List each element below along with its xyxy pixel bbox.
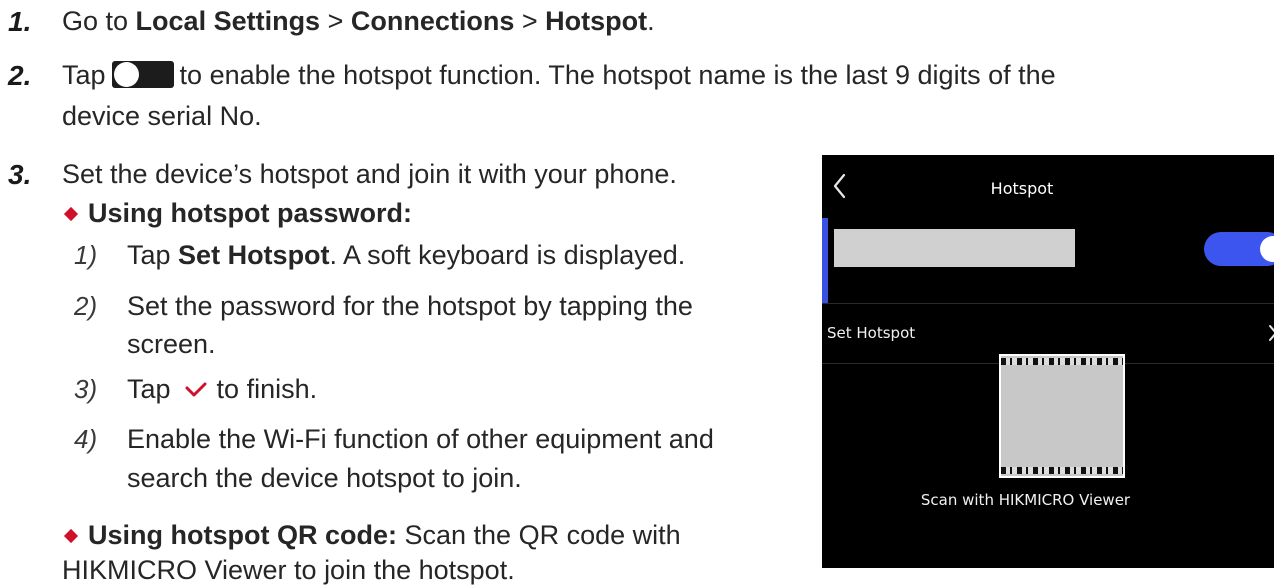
connections-label: Connections <box>350 6 515 36</box>
step2-text: Tap to enable the hotspot function. The h… <box>62 58 1056 92</box>
substep3-text: Tap to finish. <box>127 372 317 410</box>
screen-title: Hotspot <box>990 179 1054 198</box>
step2-text-cont: device serial No. <box>62 101 262 131</box>
step2-prefix: Tap <box>62 60 106 90</box>
bullet-diamond-icon <box>63 206 79 222</box>
password-section-label: Using hotspot password: <box>88 198 412 228</box>
substep1-suffix: . A soft keyboard is displayed. <box>329 240 686 270</box>
substep-number: 2) <box>74 291 98 321</box>
set-hotspot-label: Set Hotspot <box>827 324 916 342</box>
separator: > <box>514 6 546 36</box>
step-number: 2. <box>8 60 32 91</box>
hotspot-name-redacted <box>834 229 1075 267</box>
toggle-switch-icon <box>111 61 174 89</box>
substep3-prefix: Tap <box>127 374 171 405</box>
device-screen: Hotspot Set Hotspot Scan with HIKMICRO V… <box>822 155 1274 568</box>
step3-text: Set the device’s hotspot and join it wit… <box>62 159 677 189</box>
substep3-suffix: to finish. <box>216 374 318 405</box>
hotspot-label: Hotspot <box>545 6 648 36</box>
checkmark-icon <box>185 372 207 406</box>
hotspot-toggle[interactable] <box>1204 232 1274 266</box>
qr-code-image <box>999 354 1125 478</box>
qr-section-text-cont: HIKMICRO Viewer to join the hotspot. <box>62 555 515 585</box>
set-hotspot-label: Set Hotspot <box>178 240 330 270</box>
period: . <box>647 6 655 36</box>
substep-number: 4) <box>74 424 98 454</box>
substep4-text: Enable the Wi-Fi function of other equip… <box>127 424 714 454</box>
bullet-diamond-icon <box>63 528 79 544</box>
qr-section-description: Scan the QR code with <box>396 520 681 550</box>
substep2-text-cont: screen. <box>127 329 216 359</box>
substep1-prefix: Tap <box>127 240 179 270</box>
selection-accent <box>822 218 828 303</box>
step-number: 3. <box>8 159 32 190</box>
qr-section-text: Using hotspot QR code: Scan the QR code … <box>88 518 681 552</box>
step1-text: Go to Local Settings > Connections > Hot… <box>62 4 655 38</box>
substep-number: 3) <box>74 374 98 404</box>
substep4-text-cont: search the device hotspot to join. <box>127 463 522 493</box>
step1-prefix: Go to <box>62 6 136 36</box>
step-number: 1. <box>8 6 32 37</box>
substep1-text: Tap Set Hotspot. A soft keyboard is disp… <box>127 238 685 272</box>
scan-instruction: Scan with HIKMICRO Viewer <box>920 491 1131 509</box>
step2-description: to enable the hotspot function. The hots… <box>179 60 1056 90</box>
substep-number: 1) <box>74 240 98 270</box>
local-settings-label: Local Settings <box>135 6 321 36</box>
hotspot-toggle-row <box>822 218 1274 304</box>
separator: > <box>320 6 351 36</box>
qr-section-label: Using hotspot QR code: <box>88 520 397 550</box>
substep2-text: Set the password for the hotspot by tapp… <box>127 291 693 321</box>
chevron-right-icon <box>1268 323 1274 347</box>
